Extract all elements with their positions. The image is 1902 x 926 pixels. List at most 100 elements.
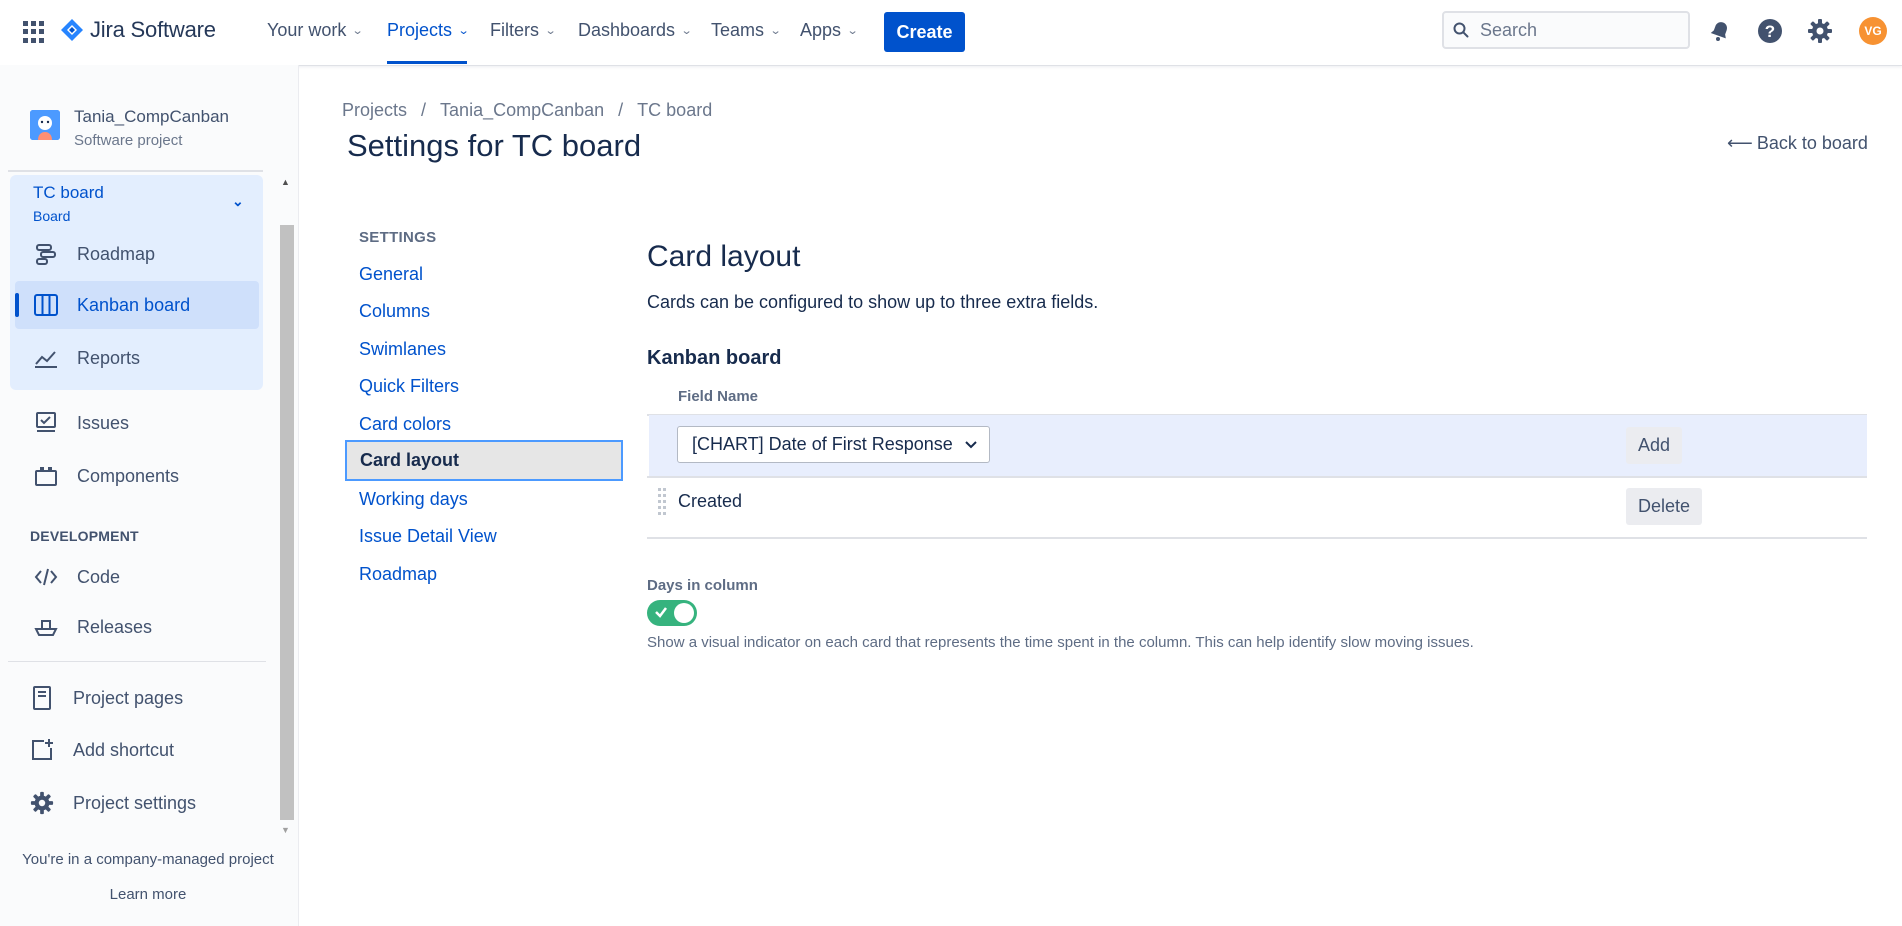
chevron-down-icon: ⌄ <box>680 25 693 37</box>
sidebar-item-project-settings[interactable]: Project settings <box>29 790 196 816</box>
sidebar-item-add-shortcut[interactable]: Add shortcut <box>29 737 174 763</box>
releases-icon <box>33 614 59 640</box>
scroll-down-arrow-icon[interactable]: ▼ <box>281 825 290 835</box>
settings-link-general[interactable]: General <box>359 264 423 285</box>
sidebar-item-project-pages[interactable]: Project pages <box>29 685 183 711</box>
settings-gear-icon[interactable] <box>1805 16 1835 46</box>
divider <box>8 170 263 172</box>
jira-diamond-icon <box>61 19 83 41</box>
sidebar-item-releases[interactable]: Releases <box>33 614 152 640</box>
create-button[interactable]: Create <box>884 12 965 52</box>
nav-label: Filters <box>490 20 539 40</box>
board-icon <box>33 292 59 318</box>
nav-label: Dashboards <box>578 20 676 40</box>
settings-link-quick-filters[interactable]: Quick Filters <box>359 376 459 397</box>
nav-projects[interactable]: Projects ⌄ <box>387 20 470 41</box>
settings-link-card-layout[interactable]: Card layout <box>360 450 459 471</box>
sidebar-item-reports[interactable]: Reports <box>33 345 140 371</box>
code-icon <box>33 564 59 590</box>
scroll-up-arrow-icon[interactable]: ▲ <box>281 177 290 187</box>
nav-label: Apps <box>800 20 842 40</box>
reports-icon <box>33 345 59 371</box>
toggle-knob <box>674 603 694 623</box>
search-box[interactable] <box>1442 11 1690 49</box>
chevron-down-icon[interactable]: ⌄ <box>232 193 244 210</box>
add-button[interactable]: Add <box>1626 427 1682 464</box>
chevron-down-icon: ⌄ <box>544 25 557 37</box>
chevron-down-icon: ⌄ <box>351 25 364 37</box>
check-icon <box>655 607 667 618</box>
learn-more-link[interactable]: Learn more <box>0 886 296 903</box>
nav-label: Teams <box>711 20 765 40</box>
nav-teams[interactable]: Teams ⌄ <box>711 20 782 41</box>
nav-your-work[interactable]: Your work ⌄ <box>267 20 364 41</box>
notifications-icon[interactable] <box>1705 16 1735 46</box>
board-selector[interactable]: TC board <box>33 183 104 203</box>
project-name[interactable]: Tania_CompCanban <box>74 107 229 127</box>
search-input[interactable] <box>1478 18 1682 42</box>
issues-icon <box>33 410 59 436</box>
section-description: Cards can be configured to show up to th… <box>647 292 1099 312</box>
sidebar-item-roadmap[interactable]: Roadmap <box>33 241 155 267</box>
days-in-column-toggle[interactable] <box>647 600 697 626</box>
nav-apps[interactable]: Apps ⌄ <box>800 20 859 41</box>
settings-link-swimlanes[interactable]: Swimlanes <box>359 339 446 360</box>
project-type: Software project <box>74 132 183 149</box>
back-to-board-link[interactable]: ⟵ Back to board <box>1727 133 1868 154</box>
sidebar-item-label: Issues <box>77 412 130 433</box>
sidebar-item-label: Roadmap <box>77 243 156 264</box>
drag-handle-icon[interactable] <box>658 488 668 516</box>
sidebar-item-label: Components <box>77 465 180 486</box>
nav-filters[interactable]: Filters ⌄ <box>490 20 557 41</box>
sidebar-item-label: Kanban board <box>77 294 191 315</box>
roadmap-icon <box>33 241 59 267</box>
nav-dashboards[interactable]: Dashboards ⌄ <box>578 20 693 41</box>
sidebar-item-label: Add shortcut <box>73 739 175 760</box>
sidebar: Tania_CompCanban Software project TC boa… <box>0 65 299 926</box>
chevron-down-icon: ⌄ <box>769 25 782 37</box>
settings-link-working-days[interactable]: Working days <box>359 489 468 510</box>
sidebar-item-label: Code <box>77 566 121 587</box>
table-divider <box>647 476 1867 478</box>
settings-link-columns[interactable]: Columns <box>359 301 430 322</box>
days-in-column-description: Show a visual indicator on each card tha… <box>647 634 1474 651</box>
sidebar-item-code[interactable]: Code <box>33 564 120 590</box>
sidebar-item-issues[interactable]: Issues <box>33 410 129 436</box>
breadcrumb-projects[interactable]: Projects <box>342 100 407 121</box>
column-header-field-name: Field Name <box>678 388 759 405</box>
sidebar-item-label: Reports <box>77 347 141 368</box>
field-select[interactable]: [CHART] Date of First Response <box>677 426 990 463</box>
settings-link-issue-detail-view[interactable]: Issue Detail View <box>359 526 497 547</box>
sidebar-item-label: Project settings <box>73 792 197 813</box>
top-navigation: Jira Software Your work ⌄ Projects ⌄ Filte… <box>0 0 1902 65</box>
components-icon <box>33 463 59 489</box>
add-shortcut-icon <box>29 737 55 763</box>
app-switcher-icon[interactable] <box>22 20 46 44</box>
breadcrumb-separator: / <box>421 100 427 120</box>
back-arrow-icon: ⟵ <box>1727 133 1753 153</box>
page-title: Settings for TC board <box>347 128 642 163</box>
help-icon[interactable]: ? <box>1755 16 1785 46</box>
user-avatar[interactable]: VG <box>1859 17 1887 45</box>
field-row-created: Created <box>678 491 743 511</box>
settings-link-card-colors[interactable]: Card colors <box>359 414 451 435</box>
search-icon <box>1453 22 1469 38</box>
delete-button[interactable]: Delete <box>1626 488 1702 525</box>
section-title: Card layout <box>647 240 801 273</box>
chevron-down-icon <box>965 440 977 448</box>
breadcrumb: Projects / Tania_CompCanban / TC board <box>342 100 712 121</box>
nav-label: Projects <box>387 20 453 40</box>
jira-logo[interactable]: Jira Software <box>60 17 216 43</box>
settings-link-roadmap[interactable]: Roadmap <box>359 564 437 585</box>
breadcrumb-project[interactable]: Tania_CompCanban <box>440 100 604 121</box>
product-name: Jira Software <box>90 17 216 42</box>
sidebar-item-label: Releases <box>77 616 153 637</box>
sidebar-item-components[interactable]: Components <box>33 463 179 489</box>
project-avatar <box>30 110 60 140</box>
back-link-label: Back to board <box>1756 133 1868 153</box>
settings-icon <box>29 790 55 816</box>
sidebar-scroll-thumb[interactable] <box>280 225 294 820</box>
breadcrumb-board[interactable]: TC board <box>637 100 712 121</box>
sidebar-item-kanban-board[interactable]: Kanban board <box>33 292 190 318</box>
field-select-value: [CHART] Date of First Response <box>692 434 953 454</box>
